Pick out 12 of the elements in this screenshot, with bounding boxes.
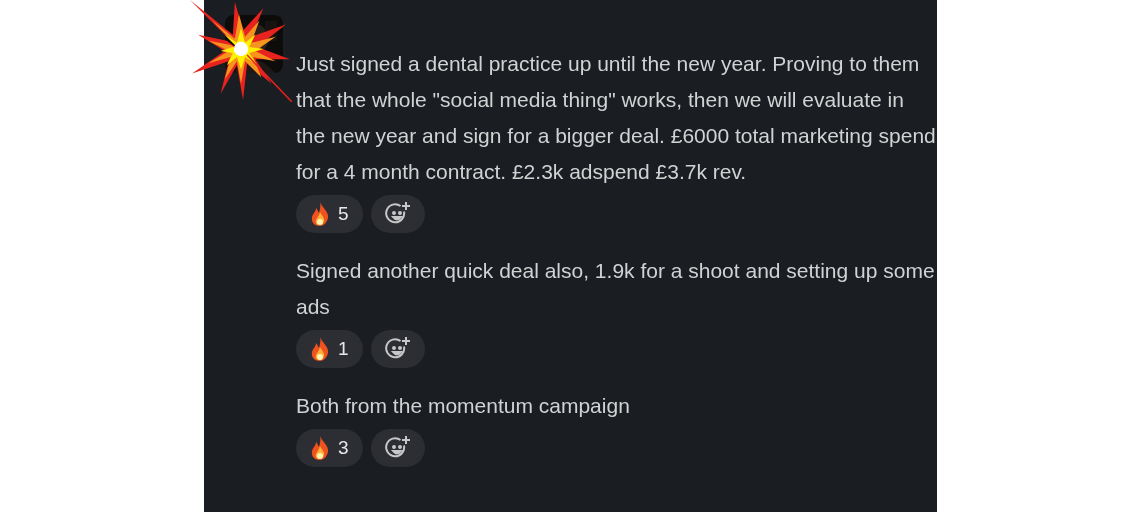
reaction-button[interactable]: 1 [296,330,363,368]
fire-icon [310,436,330,460]
reaction-button[interactable]: 5 [296,195,363,233]
message-text: Both from the momentum campaign [296,393,631,419]
add-reaction-button[interactable] [370,330,425,368]
fire-icon [310,337,330,361]
add-reaction-button[interactable] [370,195,425,233]
fire-icon [310,202,330,226]
message-text: Just signed a dental practice up until the new year. Proving to them that the whole "social media thing" works, then we will evaluate in the new year and sign for a bigger deal. £6000 total marketing spend for a 4 month contract. £2.3k adspend £3.7k rev. [296,51,936,185]
add-reaction-button[interactable] [370,429,425,467]
message-text: Signed another quick deal also, 1.9k for a shoot and setting up some ads [296,258,936,320]
reaction-button[interactable]: 3 [296,429,363,467]
